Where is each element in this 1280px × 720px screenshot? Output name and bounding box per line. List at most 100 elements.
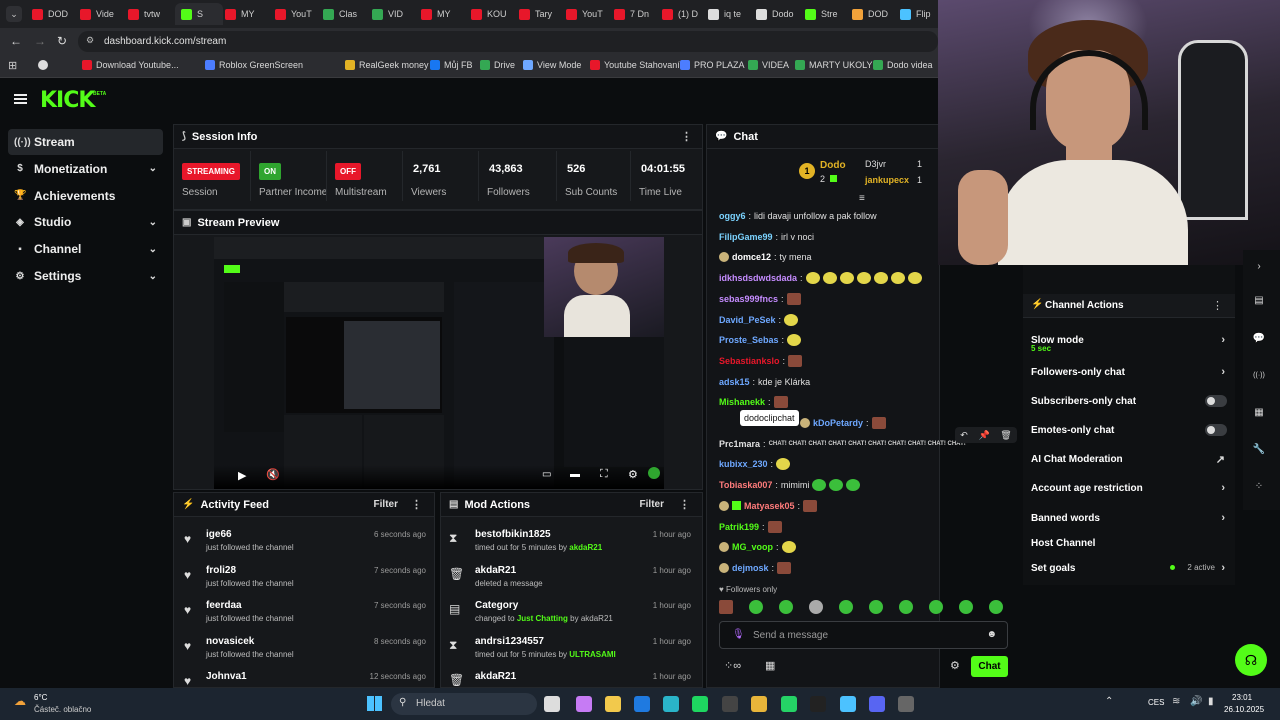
emote-icon[interactable] bbox=[839, 600, 853, 614]
chat-message[interactable]: sebas999fncs: bbox=[719, 291, 801, 307]
activity-username[interactable]: novasicek bbox=[206, 636, 254, 647]
emote-icon[interactable] bbox=[787, 334, 802, 347]
comment-icon[interactable]: 💬 bbox=[1250, 330, 1268, 348]
chevron-down-icon[interactable]: ⌄ bbox=[149, 163, 157, 174]
chat-username[interactable]: domce12 bbox=[732, 252, 771, 262]
chat-message[interactable]: idkhsdsdwdsdada: bbox=[719, 270, 922, 286]
emote-icon[interactable] bbox=[719, 600, 733, 614]
emote-icon[interactable] bbox=[846, 479, 861, 492]
back-icon[interactable]: ← bbox=[10, 34, 22, 48]
emote-icon[interactable] bbox=[899, 600, 913, 614]
emote-icon[interactable] bbox=[829, 479, 844, 492]
url-field[interactable]: ⚙ dashboard.kick.com/stream bbox=[78, 31, 938, 52]
sidebar-item-channel[interactable]: ▪ Channel ⌄ bbox=[8, 236, 163, 262]
chat-username[interactable]: adsk15 bbox=[719, 377, 750, 387]
emote-icon[interactable] bbox=[959, 600, 973, 614]
chat-input[interactable]: 🎙 Send a message ☻ bbox=[719, 621, 1008, 649]
epic-games-icon[interactable] bbox=[810, 696, 826, 712]
chat-username[interactable]: FilipGame99 bbox=[719, 232, 773, 242]
battery-icon[interactable]: ▮ bbox=[1208, 696, 1214, 707]
emote-icon[interactable] bbox=[786, 292, 801, 305]
reload-icon[interactable]: ↻ bbox=[57, 34, 67, 48]
status-badge[interactable]: STREAMING bbox=[182, 163, 240, 180]
mute-icon[interactable]: 🔇 bbox=[266, 468, 280, 481]
channel-action-slow-mode[interactable]: Slow mode 5 sec › bbox=[1031, 330, 1227, 353]
fullscreen-icon[interactable]: ⛶ bbox=[600, 468, 608, 481]
emote-icon[interactable] bbox=[784, 313, 799, 326]
browser-tab[interactable]: (1) D bbox=[662, 3, 706, 25]
play-icon[interactable]: ▶ bbox=[238, 469, 246, 482]
chevron-down-icon[interactable]: ⌄ bbox=[149, 217, 157, 228]
chat-message[interactable]: Sebastiankslo: bbox=[719, 353, 803, 369]
stream-preview-video[interactable]: ▶ 🔇 ▭ ▬ ⛶ ⚙ bbox=[214, 237, 664, 489]
chevron-right-icon[interactable]: › bbox=[1221, 562, 1225, 574]
store-icon[interactable]: ▦ bbox=[765, 659, 775, 672]
emote-icon[interactable] bbox=[749, 600, 763, 614]
mod-more-icon[interactable]: ⋮ bbox=[679, 498, 690, 511]
windows-start-icon[interactable] bbox=[367, 696, 382, 711]
channel-action-subscribers-only-chat[interactable]: Subscribers-only chat bbox=[1031, 391, 1227, 411]
chevron-right-icon[interactable]: › bbox=[1221, 482, 1225, 494]
clock-date[interactable]: 26.10.2025 bbox=[1224, 705, 1264, 714]
emote-icon[interactable] bbox=[929, 600, 943, 614]
chevron-right-icon[interactable]: › bbox=[1221, 366, 1225, 378]
emote-icon[interactable] bbox=[809, 600, 823, 614]
mod-action-target[interactable]: akdaR21 bbox=[475, 565, 516, 576]
weather-icon[interactable]: ☁ bbox=[14, 694, 26, 708]
chat-username[interactable]: kubixx_230 bbox=[719, 459, 768, 469]
external-link-icon[interactable]: ↗ bbox=[1216, 453, 1225, 466]
browser-tab[interactable]: iq te bbox=[708, 3, 752, 25]
bookmark-item[interactable]: Dodo videa bbox=[873, 60, 933, 70]
chat-username[interactable]: Prc1mara bbox=[719, 439, 760, 449]
channel-action-account-age-restriction[interactable]: Account age restriction › bbox=[1031, 478, 1227, 498]
emote-icon[interactable] bbox=[871, 417, 886, 429]
mod-filter-button[interactable]: Filter bbox=[640, 499, 664, 510]
site-info-icon[interactable]: ⚙ bbox=[86, 35, 94, 46]
bookmark-item[interactable]: Roblox GreenScreen bbox=[205, 60, 303, 70]
whatsapp-icon[interactable] bbox=[781, 696, 797, 712]
emote-icon[interactable] bbox=[805, 272, 820, 285]
browser-tab[interactable]: YouT bbox=[275, 3, 319, 25]
channel-action-set-goals[interactable]: Set goals 2 active › bbox=[1031, 558, 1227, 578]
browser-tab[interactable]: MY bbox=[225, 3, 269, 25]
media-icon[interactable]: ▦ bbox=[1250, 404, 1268, 422]
chat-message[interactable]: David_PeSek: bbox=[719, 312, 799, 328]
browser-tab[interactable]: tvtw bbox=[128, 3, 172, 25]
bookmark-item[interactable]: View Mode bbox=[523, 60, 581, 70]
activity-username[interactable]: Johnva1 bbox=[206, 671, 247, 682]
task-view-icon[interactable] bbox=[544, 696, 560, 712]
browser-tab[interactable]: MY bbox=[421, 3, 465, 25]
emote-icon[interactable] bbox=[839, 272, 854, 285]
volume-icon[interactable]: 🔊 bbox=[1190, 696, 1202, 707]
mod-action-target[interactable]: bestofbikin1825 bbox=[475, 529, 551, 540]
tray-chevron-icon[interactable]: ⌃ bbox=[1105, 696, 1113, 707]
sidebar-item-achievements[interactable]: 🏆 Achievements bbox=[8, 183, 163, 209]
expand-icon[interactable]: › bbox=[1250, 258, 1268, 276]
chevron-right-icon[interactable]: › bbox=[1221, 334, 1225, 346]
activity-username[interactable]: ige66 bbox=[206, 529, 232, 540]
mod-action-highlight[interactable]: ULTRASAMI bbox=[569, 650, 616, 659]
mod-action-highlight[interactable]: Just Chatting bbox=[517, 614, 568, 623]
bookmark-item[interactable]: Download Youtube... bbox=[82, 60, 179, 70]
sidebar-item-studio[interactable]: ◈ Studio ⌄ bbox=[8, 209, 163, 235]
activity-more-icon[interactable]: ⋮ bbox=[411, 498, 422, 511]
chat-username[interactable]: oggy6 bbox=[719, 211, 746, 221]
browser-tab[interactable]: Stre bbox=[805, 3, 849, 25]
theater-icon[interactable]: ▬ bbox=[570, 469, 580, 480]
activity-username[interactable]: feerdaa bbox=[206, 600, 242, 611]
chat-message[interactable]: dejmosk: bbox=[719, 560, 792, 576]
chat-username[interactable]: Tobiaska007 bbox=[719, 480, 772, 490]
emote-icon[interactable] bbox=[788, 354, 803, 367]
chat-message[interactable]: Patrik199: bbox=[719, 519, 782, 535]
chat-username[interactable]: MG_voop bbox=[732, 542, 773, 552]
chat-send-button[interactable]: Chat bbox=[971, 656, 1008, 677]
status-badge[interactable]: OFF bbox=[335, 163, 361, 180]
emote-icon[interactable] bbox=[822, 272, 837, 285]
toggle-switch[interactable] bbox=[1205, 424, 1227, 436]
chat-message[interactable]: Proste_Sebas: bbox=[719, 332, 802, 348]
apps-grid-icon[interactable]: ⊞ bbox=[8, 59, 17, 72]
emote-icon[interactable] bbox=[767, 520, 782, 533]
browser-tab[interactable]: DOD bbox=[852, 3, 896, 25]
chat-message[interactable]: Matyasek05: bbox=[719, 498, 818, 514]
browser-tab[interactable]: Vide bbox=[80, 3, 124, 25]
